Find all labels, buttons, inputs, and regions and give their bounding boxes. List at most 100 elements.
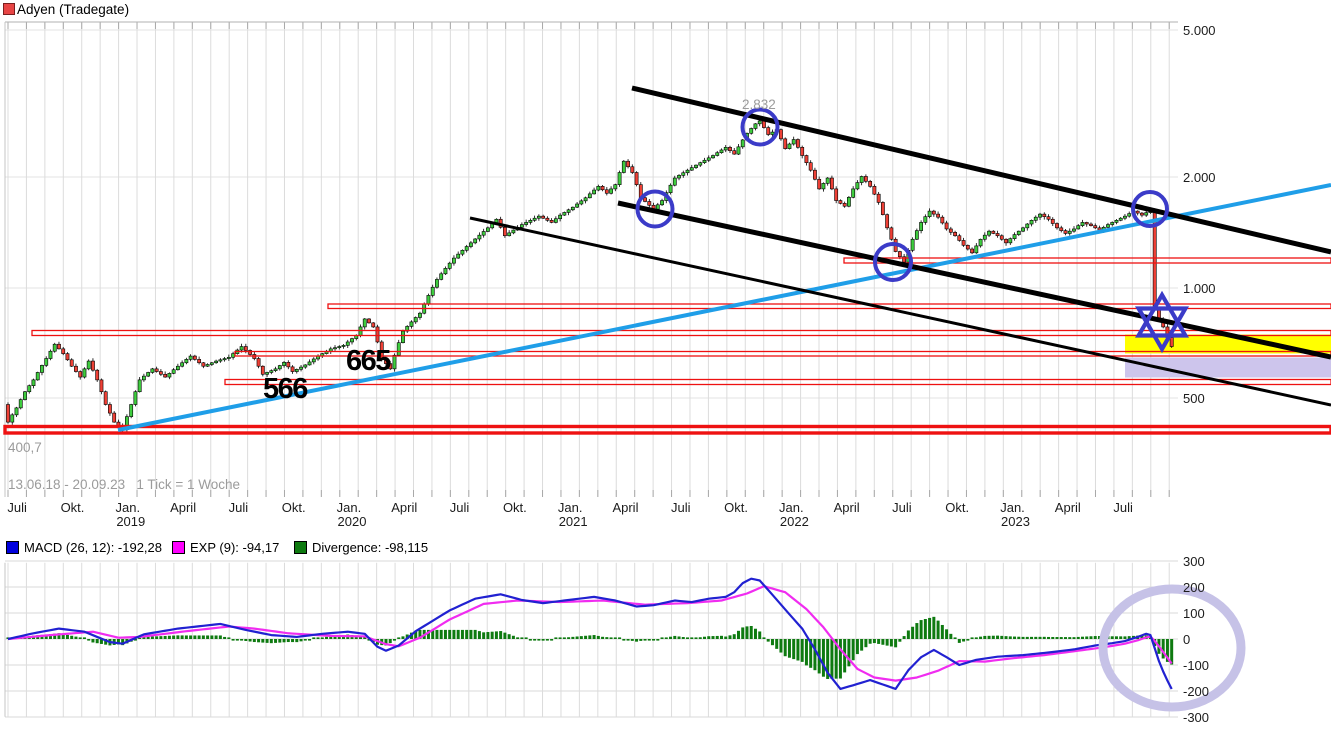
divergence-bar [495,631,498,639]
candle-body [291,367,294,372]
candle-body [414,317,417,321]
divergence-bar [198,635,201,639]
candle-body [363,319,366,327]
x-axis-quarter-label: Okt. [503,500,527,515]
divergence-bar [155,636,158,639]
divergence-bar [266,639,269,643]
candle-body [448,263,451,268]
candle-body [376,327,379,342]
annotation-circle [743,110,778,145]
candle-body [856,183,859,189]
candle-body [151,369,154,373]
divergence-bar [686,637,689,639]
candle-body [694,165,697,168]
candle-body [23,392,26,400]
divergence-bar [486,632,489,639]
divergence-bar [622,639,625,641]
candle-body [750,128,753,133]
divergence-bar [962,639,965,642]
price-y-tick-label: 1.000 [1183,281,1216,296]
divergence-bar [287,639,290,642]
candle-body [609,189,612,193]
candle-body [295,369,298,371]
divergence-bar [673,636,676,639]
candle-body [1021,228,1024,231]
candle-body [96,370,99,380]
divergence-bar [1043,637,1046,639]
divergence-bar [665,637,668,639]
divergence-bar [478,631,481,639]
candle-body [975,246,978,253]
divergence-bar [1039,637,1042,639]
divergence-bar [189,635,192,639]
divergence-bar [988,636,991,639]
candle-body [62,349,65,354]
x-axis-quarter-label: Juli [1113,500,1133,515]
candle-body [660,201,663,205]
footer-range: 13.06.18 - 20.09.23 [8,477,125,492]
candle-body [932,211,935,214]
candle-body [1123,216,1126,218]
candle-body [728,147,731,150]
candle-body [410,322,413,327]
divergence-bar [860,639,863,651]
candle-body [508,233,511,236]
divergence-bar [308,639,311,641]
candle-body [711,156,714,158]
divergence-bar [1005,636,1008,639]
candle-body [686,170,689,173]
candle-body [601,186,604,189]
candle-body [584,198,587,201]
candle-body [159,372,162,375]
candle-body [1000,236,1003,240]
candle-body [733,151,736,154]
candle-body [1081,222,1084,225]
divergence-bar [593,635,596,639]
divergence-bar [210,635,213,639]
candle-body [1068,231,1071,233]
x-axis-year-label: 2023 [1001,514,1030,529]
candle-body [227,357,230,358]
candle-body [108,405,111,414]
candle-body [1064,231,1067,234]
divergence-bar [695,637,698,639]
candle-body [847,197,850,206]
candle-body [588,194,591,198]
divergence-bar [1081,637,1084,639]
candle-body [580,201,583,204]
divergence-bar [227,637,230,639]
candle-body [397,343,400,356]
divergence-bar [304,639,307,641]
divergence-bar [457,630,460,639]
divergence-bar [202,635,205,639]
divergence-bar [724,637,727,639]
x-axis-quarter-label: Jan. [1000,500,1025,515]
divergence-bar [278,639,281,643]
x-axis-quarter-label: April [391,500,417,515]
divergence-bar [550,639,553,641]
divergence-bar [87,639,90,641]
divergence-bar [274,639,277,643]
candle-body [958,236,961,241]
candle-body [1136,211,1139,213]
candle-body [134,392,137,405]
candle-body [690,168,693,171]
macd-y-tick-label: 300 [1183,554,1205,569]
candle-body [626,161,629,167]
candle-body [983,235,986,239]
macd-y-tick-label: 0 [1183,632,1190,647]
candle-body [231,354,234,358]
candle-body [287,362,290,367]
divergence-bar [291,639,294,642]
divergence-bar [903,636,906,639]
divergence-bar [1013,637,1016,639]
candle-body [886,215,889,228]
candle-body [542,216,545,218]
instrument-title: Adyen (Tradegate) [17,2,129,17]
candle-body [1038,214,1041,217]
footer-period: 13.06.18 - 20.09.23 1 Tick = 1 Woche [8,477,240,492]
divergence-bar [512,636,515,639]
candle-body [1030,220,1033,224]
divergence-bar [869,639,872,644]
candle-body [393,355,396,369]
